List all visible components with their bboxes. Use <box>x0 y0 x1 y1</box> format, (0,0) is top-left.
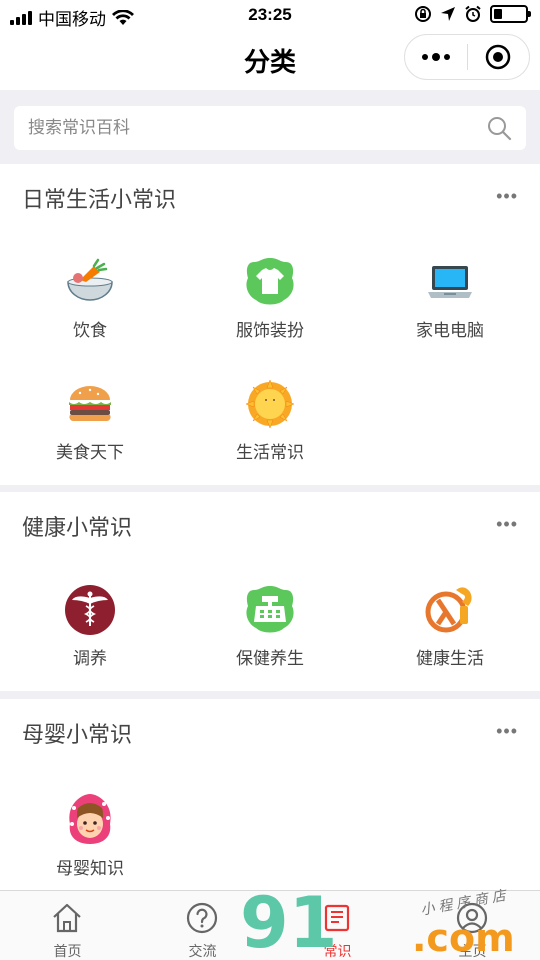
search-box <box>14 106 526 150</box>
register-icon <box>246 586 294 633</box>
category-item-clothing[interactable]: 服饰装扮 <box>180 256 360 366</box>
mini-program-capsule <box>404 34 530 80</box>
section-more-button[interactable]: ••• <box>496 721 518 742</box>
section-health: 健康小常识 ••• 调养 保健养生 健康生活 <box>0 492 540 691</box>
tab-profile[interactable]: 主页 <box>405 891 540 960</box>
tab-bar: 首页 交流 常识 主页 <box>0 890 540 960</box>
more-dots-icon <box>421 53 450 61</box>
tab-label: 主页 <box>458 943 487 959</box>
section-mother-baby: 母婴小常识 ••• 母婴知识 <box>0 699 540 890</box>
tab-discuss[interactable]: 交流 <box>135 891 270 960</box>
girl-avatar-icon <box>69 794 111 844</box>
category-item-healthy-living[interactable]: 健康生活 <box>360 584 540 694</box>
category-item-health-care[interactable]: 保健养生 <box>180 584 360 694</box>
search-icon[interactable] <box>486 115 512 141</box>
status-bar: 中国移动 23:25 <box>0 0 540 30</box>
section-more-button[interactable]: ••• <box>496 186 518 207</box>
target-close-icon <box>485 44 511 70</box>
tab-knowledge[interactable]: 常识 <box>270 891 405 960</box>
category-label: 保健养生 <box>236 649 304 668</box>
search-area <box>0 90 540 164</box>
category-item-appliances[interactable]: 家电电脑 <box>360 256 540 366</box>
category-item-life-tips[interactable]: 生活常识 <box>180 378 360 488</box>
tab-label: 交流 <box>188 943 217 959</box>
category-label: 家电电脑 <box>416 321 484 340</box>
category-item-food[interactable]: 饮食 <box>0 256 180 366</box>
tab-label: 首页 <box>53 943 82 959</box>
orientation-lock-icon <box>415 6 431 22</box>
sun-icon <box>245 379 295 429</box>
category-label: 母婴知识 <box>56 859 124 878</box>
section-title: 健康小常识 <box>22 515 133 540</box>
section-header: 日常生活小常识 ••• <box>0 164 540 226</box>
user-icon <box>456 902 488 934</box>
section-daily-life: 日常生活小常识 ••• 饮食 服饰装扮 家电电脑 美食天下 生活常识 <box>0 164 540 485</box>
category-label: 服饰装扮 <box>236 321 304 340</box>
section-header: 健康小常识 ••• <box>0 492 540 554</box>
food-bowl-icon <box>67 258 113 301</box>
category-item-recuperation[interactable]: 调养 <box>0 584 180 694</box>
home-icon <box>53 903 81 933</box>
navigation-bar: 分类 <box>0 30 540 90</box>
burger-icon <box>69 386 111 422</box>
laptop-icon <box>428 266 472 298</box>
category-label: 调养 <box>73 649 107 668</box>
status-right <box>414 5 531 23</box>
tab-label: 常识 <box>323 943 352 959</box>
category-label: 生活常识 <box>236 443 304 462</box>
lambda-icon <box>425 587 472 633</box>
alarm-icon <box>465 5 481 22</box>
tshirt-icon <box>246 258 294 305</box>
section-title: 母婴小常识 <box>22 722 133 747</box>
category-label: 饮食 <box>73 321 107 340</box>
search-input[interactable] <box>14 118 474 138</box>
battery-icon <box>490 5 531 23</box>
book-icon <box>324 904 350 932</box>
tab-home[interactable]: 首页 <box>0 891 135 960</box>
section-header: 母婴小常识 ••• <box>0 699 540 761</box>
section-more-button[interactable]: ••• <box>496 514 518 535</box>
caduceus-icon <box>65 585 115 635</box>
question-icon <box>186 902 218 934</box>
category-label: 美食天下 <box>56 443 124 462</box>
category-label: 健康生活 <box>416 649 484 668</box>
location-icon <box>441 7 455 21</box>
category-item-maternal-knowledge[interactable]: 母婴知识 <box>0 794 180 904</box>
more-menu-button[interactable] <box>405 35 467 79</box>
category-item-gourmet[interactable]: 美食天下 <box>0 378 180 488</box>
close-mini-program-button[interactable] <box>467 35 529 79</box>
section-title: 日常生活小常识 <box>22 187 177 212</box>
